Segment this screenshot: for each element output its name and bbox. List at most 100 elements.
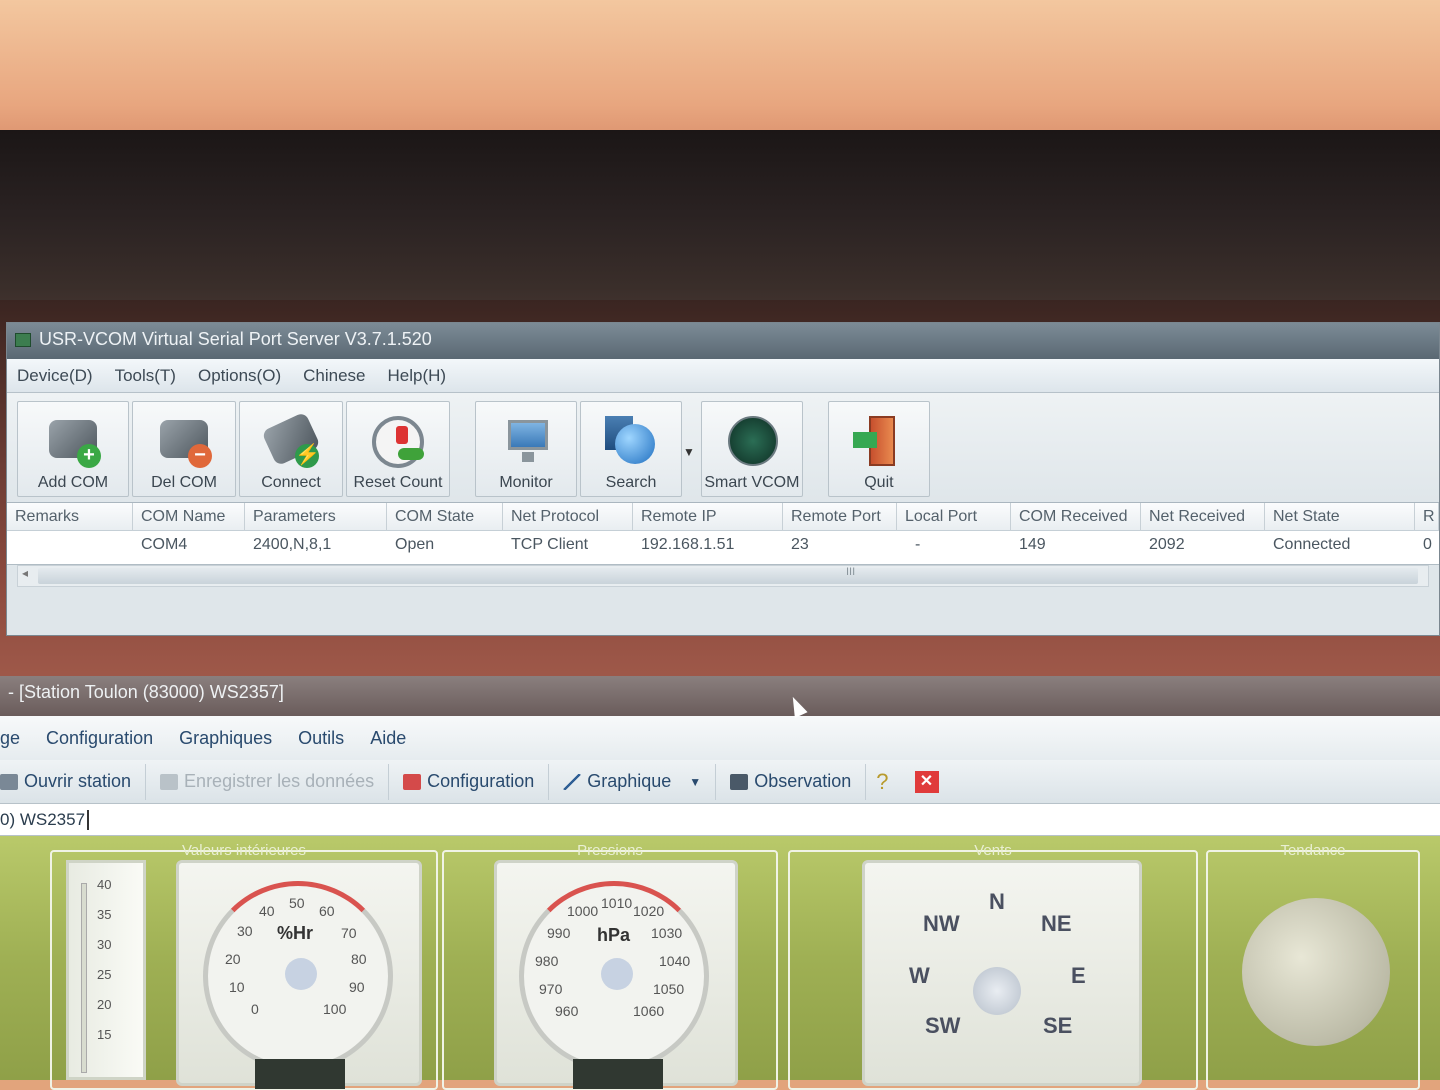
vcom-window: USR-VCOM Virtual Serial Port Server V3.7…	[6, 322, 1440, 636]
add-com-icon: +	[43, 414, 103, 468]
search-button[interactable]: Search	[580, 401, 682, 497]
configuration-button[interactable]: Configuration	[389, 763, 550, 800]
weather-title-bar[interactable]: - [Station Toulon (83000) WS2357]	[0, 676, 1440, 716]
menu-configuration[interactable]: Configuration	[46, 728, 153, 749]
background-wall	[0, 0, 1440, 150]
menu-device[interactable]: Device(D)	[17, 366, 93, 386]
thermometer-scale: 40 35 30 25 20 15	[97, 877, 112, 1042]
col-local-port[interactable]: Local Port	[897, 502, 1011, 531]
cell-net-state: Connected	[1273, 536, 1351, 553]
station-selector[interactable]: 0) WS2357	[0, 804, 1440, 836]
pressure-lcd	[573, 1059, 663, 1089]
cell-remote-port: 23	[791, 536, 809, 553]
vcom-toolbar: + Add COM − Del COM ⚡ Connect Reset Coun…	[7, 393, 1439, 503]
vcom-title: USR-VCOM Virtual Serial Port Server V3.7…	[39, 329, 432, 349]
monitor-button[interactable]: Monitor	[475, 401, 577, 497]
graph-dropdown-icon[interactable]: ▼	[689, 775, 701, 789]
horizontal-scrollbar[interactable]: ◂ III	[17, 565, 1429, 587]
search-dropdown-icon[interactable]: ▼	[683, 445, 695, 459]
folder-icon	[0, 773, 18, 790]
moon-icon	[1242, 898, 1390, 1046]
humidity-lcd	[255, 1059, 345, 1089]
humidity-gauge: 40 50 60 30 70 20 80 10 90 0 100 %Hr	[176, 860, 422, 1089]
save-data-button[interactable]: Enregistrer les données	[146, 763, 390, 800]
col-com-name[interactable]: COM Name	[133, 502, 245, 531]
scroll-grip: III	[846, 566, 856, 578]
menu-page[interactable]: ge	[0, 728, 20, 749]
pressure-panel-title: Pressions	[577, 842, 643, 859]
col-net-state[interactable]: Net State	[1265, 502, 1415, 531]
menu-options[interactable]: Options(O)	[198, 366, 281, 386]
trend-panel: Tendance	[1206, 842, 1420, 1090]
help-icon[interactable]: ?	[866, 769, 898, 795]
col-net-received[interactable]: Net Received	[1141, 502, 1265, 531]
wind-panel: Vents N NW NE W E SW SE	[788, 842, 1198, 1090]
weather-toolbar: Ouvrir station Enregistrer les données C…	[0, 760, 1440, 804]
table-header: Remarks COM Name Parameters COM State Ne…	[7, 502, 1439, 531]
radar-icon	[722, 414, 782, 468]
interior-panel: Valeurs intérieures 40 35 30 25 20 15 40…	[50, 842, 438, 1090]
monitor-icon	[496, 414, 556, 468]
col-parameters[interactable]: Parameters	[245, 502, 387, 531]
add-com-button[interactable]: + Add COM	[17, 401, 129, 497]
pressure-unit: hPa	[597, 925, 631, 945]
col-net-protocol[interactable]: Net Protocol	[503, 502, 633, 531]
menu-outils[interactable]: Outils	[298, 728, 344, 749]
col-remote-port[interactable]: Remote Port	[783, 502, 897, 531]
table-row[interactable]: COM4 2400,N,8,1 Open TCP Client 192.168.…	[7, 531, 1439, 559]
cell-local-port: -	[915, 536, 921, 553]
menu-chinese[interactable]: Chinese	[303, 366, 365, 386]
observation-button[interactable]: Observation	[716, 763, 867, 800]
search-globe-icon	[601, 414, 661, 468]
cell-com-state: Open	[395, 536, 435, 553]
col-r[interactable]: R	[1415, 502, 1439, 531]
col-remarks[interactable]: Remarks	[7, 502, 133, 531]
del-com-icon: −	[154, 414, 214, 468]
smart-vcom-button[interactable]: Smart VCOM	[700, 401, 803, 497]
menu-help[interactable]: Help(H)	[387, 366, 446, 386]
menu-aide[interactable]: Aide	[370, 728, 406, 749]
connect-icon: ⚡	[261, 411, 321, 468]
cell-net-received: 2092	[1149, 536, 1185, 553]
weather-title: - [Station Toulon (83000) WS2357]	[8, 682, 284, 702]
col-com-received[interactable]: COM Received	[1011, 502, 1141, 531]
connect-button[interactable]: ⚡ Connect	[239, 401, 343, 497]
configuration-icon	[403, 773, 422, 790]
close-icon[interactable]: ✕	[914, 770, 939, 793]
pressure-gauge: 1000 1010 1020 990 1030 980 1040 970 105…	[494, 860, 738, 1089]
del-com-button[interactable]: − Del COM	[132, 401, 236, 497]
reset-count-button[interactable]: Reset Count	[346, 401, 450, 497]
col-remote-ip[interactable]: Remote IP	[633, 502, 783, 531]
vcom-title-bar[interactable]: USR-VCOM Virtual Serial Port Server V3.7…	[7, 323, 1439, 359]
open-station-button[interactable]: Ouvrir station	[0, 763, 147, 800]
quit-button[interactable]: Quit	[827, 401, 930, 497]
weather-window: - [Station Toulon (83000) WS2357] ge Con…	[0, 676, 1440, 1090]
wind-panel-title: Vents	[974, 842, 1012, 859]
pressure-panel: Pressions 1000 1010 1020 990 1030 980 10…	[442, 842, 778, 1090]
scroll-thumb[interactable]	[38, 568, 1418, 584]
menu-tools[interactable]: Tools(T)	[115, 366, 176, 386]
cell-net-protocol: TCP Client	[511, 536, 589, 553]
chart-icon	[563, 773, 582, 790]
reset-count-icon	[368, 414, 428, 468]
dashboard: Valeurs intérieures 40 35 30 25 20 15 40…	[0, 836, 1440, 1090]
app-icon	[15, 333, 31, 347]
save-icon	[160, 773, 179, 790]
weather-menu-bar: ge Configuration Graphiques Outils Aide	[0, 716, 1440, 760]
humidity-unit: %Hr	[277, 923, 314, 943]
cell-com-received: 149	[1019, 536, 1046, 553]
scroll-left-icon[interactable]: ◂	[22, 566, 28, 580]
thermometer: 40 35 30 25 20 15	[66, 860, 146, 1080]
col-com-state[interactable]: COM State	[387, 502, 503, 531]
graph-button[interactable]: Graphique ▼	[549, 763, 717, 800]
wind-compass-gauge: N NW NE W E SW SE	[862, 860, 1142, 1086]
cell-remote-ip: 192.168.1.51	[641, 536, 735, 553]
menu-graphiques[interactable]: Graphiques	[179, 728, 272, 749]
vcom-menu-bar: Device(D) Tools(T) Options(O) Chinese He…	[7, 359, 1439, 393]
cell-parameters: 2400,N,8,1	[253, 536, 332, 553]
com-table: Remarks COM Name Parameters COM State Ne…	[7, 502, 1439, 565]
interior-panel-title: Valeurs intérieures	[182, 842, 306, 859]
cell-com-name: COM4	[141, 536, 188, 553]
exit-door-icon	[849, 414, 909, 468]
trend-panel-title: Tendance	[1280, 842, 1346, 859]
